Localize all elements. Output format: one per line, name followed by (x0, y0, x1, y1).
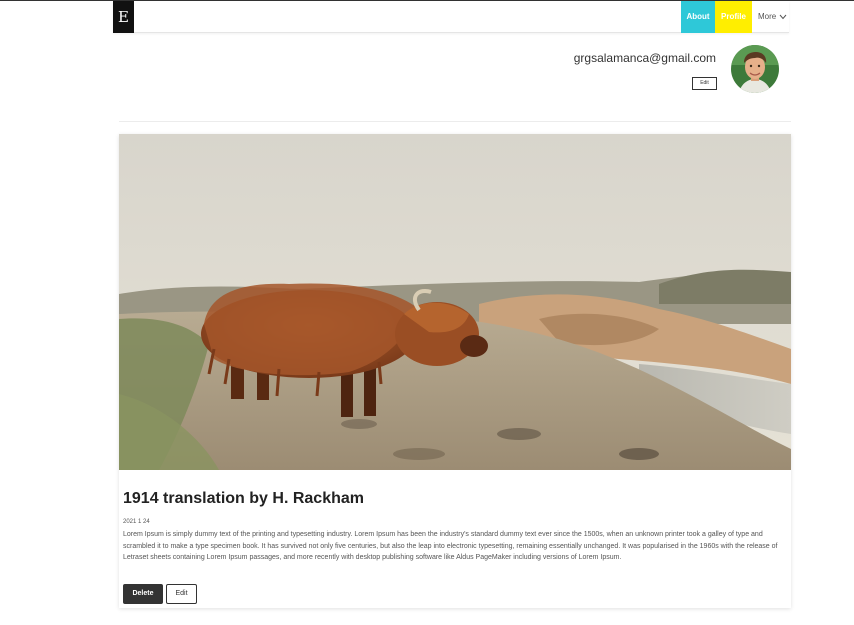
nav-more-dropdown[interactable]: More (758, 1, 787, 33)
delete-button[interactable]: Delete (123, 584, 163, 604)
brand-logo[interactable]: E (113, 1, 134, 33)
avatar (731, 45, 779, 93)
post-image (119, 134, 791, 470)
navbar: E About Profile More (113, 1, 789, 33)
chevron-down-icon (779, 14, 787, 20)
post-title: 1914 translation by H. Rackham (123, 490, 364, 507)
post-date: 2021 1 24 (123, 519, 150, 525)
user-email: grgsalamanca@gmail.com (573, 51, 716, 65)
edit-post-button[interactable]: Edit (166, 584, 197, 604)
nav-about[interactable]: About (681, 1, 715, 33)
edit-profile-button[interactable]: Edit (692, 77, 717, 90)
post-card: 1914 translation by H. Rackham 2021 1 24… (119, 134, 791, 608)
post-body: Lorem Ipsum is simply dummy text of the … (123, 531, 778, 561)
nav-profile[interactable]: Profile (715, 1, 752, 33)
divider (119, 121, 791, 122)
nav-more-label: More (758, 12, 777, 21)
